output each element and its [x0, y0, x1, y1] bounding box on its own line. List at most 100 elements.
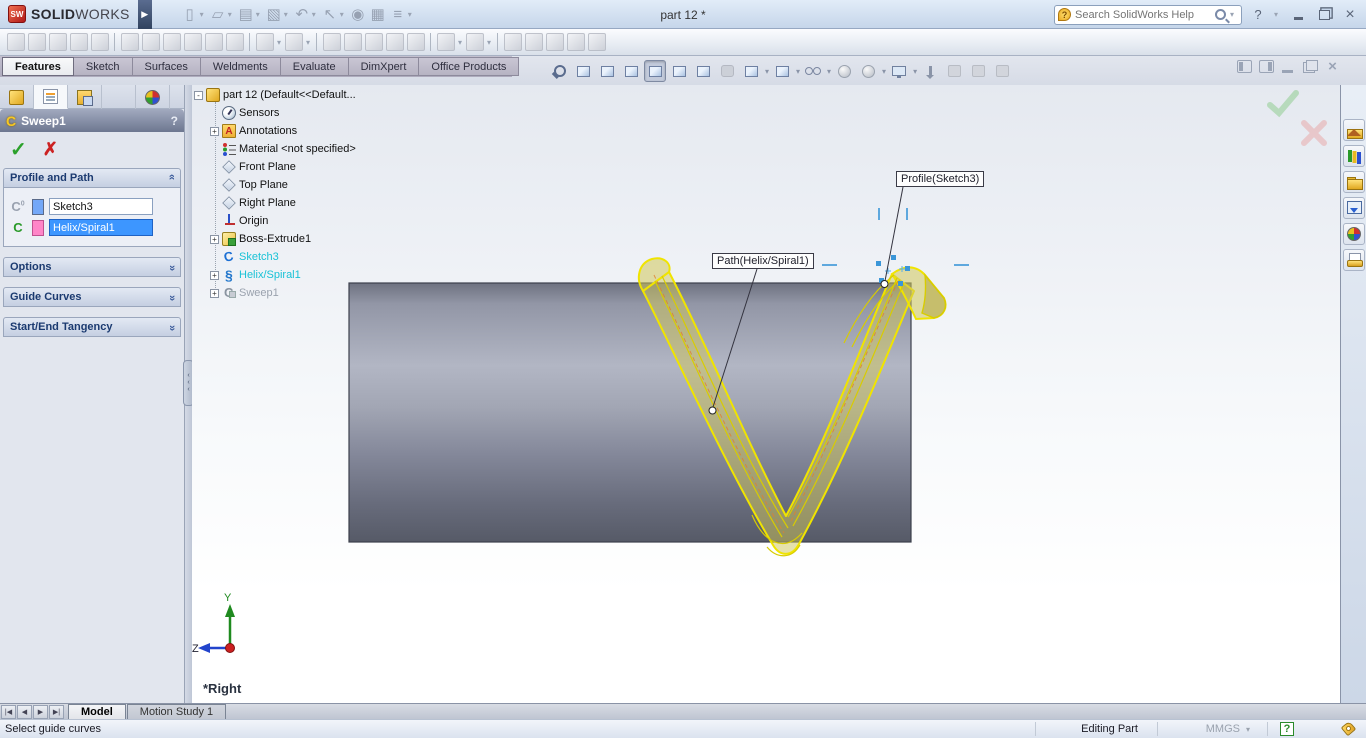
- display-style-icon[interactable]: [668, 60, 690, 82]
- 3d-drawing-view-icon[interactable]: [919, 60, 941, 82]
- undo-icon[interactable]: ↶: [292, 4, 312, 24]
- restore-button[interactable]: [1314, 7, 1334, 23]
- search-box[interactable]: ? ▾: [1054, 5, 1242, 25]
- cancel-button[interactable]: ✗: [43, 139, 58, 160]
- tree-item-boss-extrude1[interactable]: +Boss-Extrude1: [194, 230, 494, 248]
- hide-show-items-icon[interactable]: [692, 60, 714, 82]
- profile-selection-field[interactable]: [49, 198, 153, 215]
- print-dropdown-icon[interactable]: ▾: [284, 10, 288, 19]
- fillet-icon[interactable]: [256, 33, 274, 51]
- collapse-icon[interactable]: -: [194, 91, 203, 100]
- new-icon[interactable]: ▯: [180, 4, 200, 24]
- expand-chevron-icon[interactable]: »: [166, 295, 178, 299]
- expand-chevron-icon[interactable]: »: [166, 265, 178, 269]
- extruded-boss-icon[interactable]: [7, 33, 25, 51]
- first-study-button[interactable]: |◀: [1, 705, 16, 719]
- rotate-view-icon[interactable]: [943, 60, 965, 82]
- tab-features[interactable]: Features: [2, 57, 74, 76]
- previous-view-icon[interactable]: [596, 60, 618, 82]
- shell-icon[interactable]: [365, 33, 383, 51]
- save-icon[interactable]: ▤: [236, 4, 256, 24]
- view-display-style-icon[interactable]: [771, 60, 793, 82]
- search-dropdown-icon[interactable]: ▾: [1230, 10, 1234, 19]
- tree-item-part-12-default-default-[interactable]: -part 12 (Default<<Default...: [194, 86, 494, 104]
- view-display-style-dropdown-icon[interactable]: ▾: [796, 67, 800, 76]
- rebuild-icon[interactable]: ◉: [348, 4, 368, 24]
- quick-tips-icon[interactable]: ?: [1280, 722, 1294, 736]
- boundary-boss-icon[interactable]: [91, 33, 109, 51]
- options-dropdown-icon[interactable]: ▾: [408, 10, 412, 19]
- edit-appearance-icon[interactable]: [833, 60, 855, 82]
- open-icon[interactable]: ▱: [208, 4, 228, 24]
- search-icon[interactable]: [1215, 9, 1226, 20]
- help-dropdown-icon[interactable]: ▾: [1274, 10, 1278, 19]
- expand-icon[interactable]: +: [210, 127, 219, 136]
- curves-dropdown-icon[interactable]: ▾: [487, 38, 491, 47]
- path-callout[interactable]: Path(Helix/Spiral1): [712, 253, 814, 269]
- save-dropdown-icon[interactable]: ▾: [256, 10, 260, 19]
- profile-and-path-header[interactable]: Profile and Path »: [3, 168, 181, 188]
- new-dropdown-icon[interactable]: ▾: [200, 10, 204, 19]
- zoom-modifier-icon[interactable]: [991, 60, 1013, 82]
- units-dropdown-icon[interactable]: ▾: [1246, 725, 1250, 734]
- hole-wizard-icon[interactable]: [142, 33, 160, 51]
- select-dropdown-icon[interactable]: ▾: [340, 10, 344, 19]
- tab-model[interactable]: Model: [68, 704, 126, 719]
- hide-show-glasses-dropdown-icon[interactable]: ▾: [827, 67, 831, 76]
- dome-icon[interactable]: [407, 33, 425, 51]
- expand-icon[interactable]: +: [210, 271, 219, 280]
- expand-icon[interactable]: +: [210, 235, 219, 244]
- wrap-icon[interactable]: [386, 33, 404, 51]
- tree-item-annotations[interactable]: +Annotations: [194, 122, 494, 140]
- apply-scene-dropdown-icon[interactable]: ▾: [765, 67, 769, 76]
- tab-surfaces[interactable]: Surfaces: [132, 57, 201, 76]
- document-close-icon[interactable]: ×: [1325, 60, 1340, 73]
- tab-dimxpert[interactable]: DimXpert: [348, 57, 420, 76]
- start-end-tangency-header[interactable]: Start/End Tangency »: [3, 317, 181, 337]
- help-button[interactable]: ?: [1248, 7, 1268, 23]
- zoom-to-fit-icon[interactable]: [548, 60, 570, 82]
- design-library-button[interactable]: [1343, 145, 1365, 167]
- minimize-button[interactable]: [1288, 7, 1308, 23]
- view-settings-monitor-icon[interactable]: [888, 60, 910, 82]
- configurationmanager-tab[interactable]: [68, 85, 102, 109]
- curves-icon[interactable]: [466, 33, 484, 51]
- design-study-icon[interactable]: [567, 33, 585, 51]
- expand-featuremanager-icon[interactable]: [1259, 60, 1274, 73]
- revolved-cut-icon[interactable]: [163, 33, 181, 51]
- scene-ball-icon[interactable]: [857, 60, 879, 82]
- profile-callout[interactable]: Profile(Sketch3): [896, 171, 984, 187]
- reference-geometry-icon[interactable]: [437, 33, 455, 51]
- move-copy-icon[interactable]: [588, 33, 606, 51]
- shadows-in-shaded-mode-icon[interactable]: [716, 60, 738, 82]
- view-orientation-icon[interactable]: [644, 60, 666, 82]
- dimxpertmanager-tab[interactable]: [102, 85, 136, 109]
- tree-item-material-not-specified-[interactable]: Material <not specified>: [194, 140, 494, 158]
- select-icon[interactable]: ↖: [320, 4, 340, 24]
- swept-cut-icon[interactable]: [184, 33, 202, 51]
- options-icon[interactable]: ≡: [388, 4, 408, 24]
- custom-properties-button[interactable]: [1343, 249, 1365, 271]
- tree-item-right-plane[interactable]: Right Plane: [194, 194, 494, 212]
- fillet-dropdown-icon[interactable]: ▾: [277, 38, 281, 47]
- tree-item-helix-spiral1[interactable]: +Helix/Spiral1: [194, 266, 494, 284]
- tab-motion-study-1[interactable]: Motion Study 1: [127, 704, 226, 719]
- tab-office-products[interactable]: Office Products: [418, 57, 519, 76]
- revolved-boss-icon[interactable]: [28, 33, 46, 51]
- tree-item-front-plane[interactable]: Front Plane: [194, 158, 494, 176]
- apply-scene-icon[interactable]: [740, 60, 762, 82]
- last-study-button[interactable]: ▶|: [49, 705, 64, 719]
- lofted-cut-icon[interactable]: [205, 33, 223, 51]
- tree-item-sketch3[interactable]: Sketch3: [194, 248, 494, 266]
- document-restore-icon[interactable]: [1303, 60, 1318, 73]
- tags-icon[interactable]: [1341, 721, 1356, 736]
- expand-chevron-icon[interactable]: »: [166, 325, 178, 329]
- close-button[interactable]: ×: [1340, 7, 1360, 23]
- featuremanager-tab[interactable]: [0, 85, 34, 109]
- file-explorer-button[interactable]: [1343, 171, 1365, 193]
- view-palette-button[interactable]: [1343, 197, 1365, 219]
- expand-icon[interactable]: +: [210, 289, 219, 298]
- propertymanager-help-button[interactable]: ?: [171, 114, 178, 128]
- appearances-scenes-button[interactable]: [1343, 223, 1365, 245]
- lofted-boss-icon[interactable]: [70, 33, 88, 51]
